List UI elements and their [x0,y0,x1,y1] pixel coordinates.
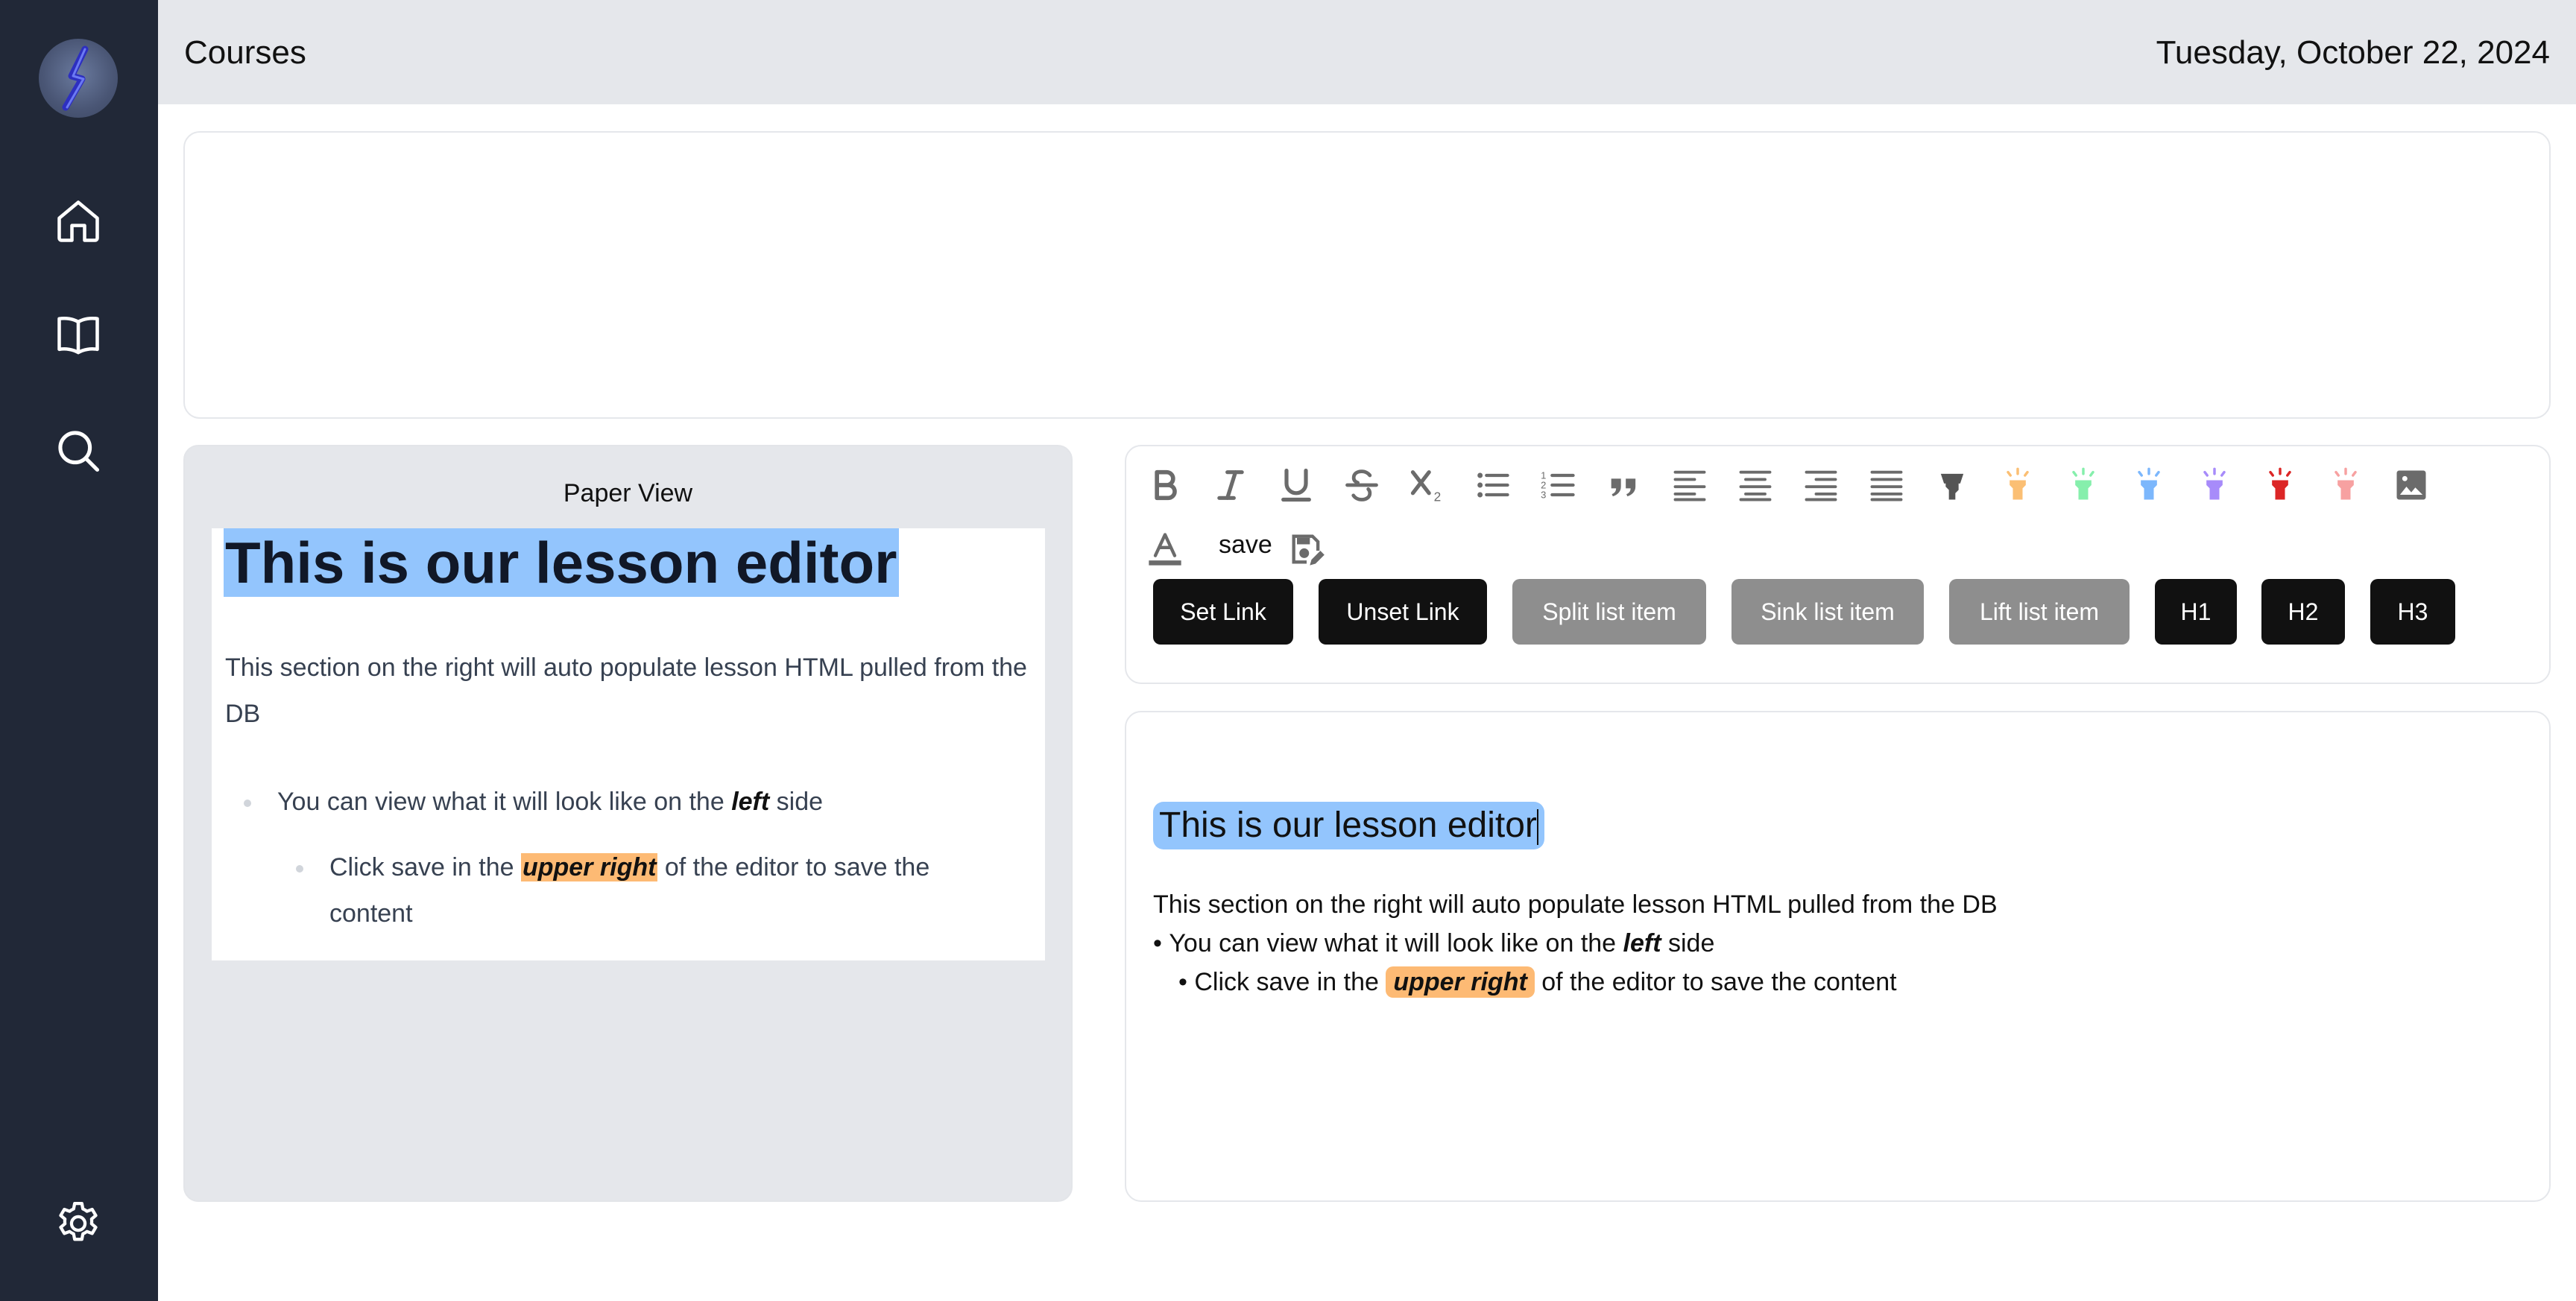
align-left-icon[interactable] [1666,461,1714,509]
preview-heading: This is our lesson editor [224,528,899,597]
h1-button[interactable]: H1 [2155,579,2237,645]
split-list-item-button[interactable]: Split list item [1512,579,1706,645]
emphasis-text: left [731,788,770,816]
top-bar: Courses Tuesday, October 22, 2024 [158,0,2576,104]
bullet-list-icon[interactable] [1469,461,1517,509]
bullet-dot: • [1153,929,1169,957]
highlighter-green-icon[interactable] [2059,461,2107,509]
h3-button[interactable]: H3 [2370,579,2455,645]
editor-paragraph[interactable]: This section on the right will auto popu… [1153,885,1998,924]
lift-list-item-button[interactable]: Lift list item [1949,579,2130,645]
preview-bullet-marker [244,800,251,807]
align-right-icon[interactable] [1797,461,1845,509]
save-button[interactable]: save [1219,531,1272,560]
sidebar [0,0,158,1301]
align-justify-icon[interactable] [1863,461,1910,509]
preview-paragraph: This section on the right will auto popu… [225,653,1027,728]
highlighter-purple-icon[interactable] [2191,461,2238,509]
italic-icon[interactable] [1207,461,1254,509]
highlighted-text: upper right [1386,966,1535,998]
svg-text:3: 3 [1541,489,1546,500]
paper-view-label: Paper View [563,479,693,507]
text-color-icon[interactable] [1141,525,1189,573]
app-logo[interactable] [39,39,118,118]
h2-button[interactable]: H2 [2261,579,2345,645]
preview-nested-list-item: Click save in the upper right of the edi… [329,853,930,928]
blockquote-icon[interactable] [1600,461,1648,509]
highlighter-black-icon[interactable] [1928,461,1976,509]
unset-link-button[interactable]: Unset Link [1319,579,1487,645]
preview-bullet-marker [296,865,303,873]
subscript-icon[interactable]: 2 [1404,461,1451,509]
editor-toolbar: 2 123 save Set Link Unset Link Split lis… [1125,445,2551,684]
ordered-list-icon[interactable]: 123 [1535,461,1582,509]
highlighter-pink-icon[interactable] [2322,461,2370,509]
highlighted-text: upper right [521,853,658,881]
highlighter-blue-icon[interactable] [2125,461,2173,509]
page-title: Courses [184,34,306,71]
save-edit-icon[interactable] [1283,525,1330,573]
book-icon[interactable] [49,306,107,364]
lesson-header-card [183,131,2551,419]
set-link-button[interactable]: Set Link [1153,579,1293,645]
highlighter-orange-icon[interactable] [1994,461,2042,509]
editor-nested-list-item[interactable]: • Click save in the upper right of the e… [1178,963,1897,1001]
align-center-icon[interactable] [1731,461,1779,509]
preview-list-item: You can view what it will look like on t… [277,788,824,816]
lesson-editor[interactable]: This is our lesson editor This section o… [1125,711,2551,1202]
bullet-dot: • [1178,968,1195,996]
highlighter-red-icon[interactable] [2256,461,2304,509]
gear-icon[interactable] [49,1194,107,1253]
underline-icon[interactable] [1272,461,1320,509]
editor-list-item[interactable]: • You can view what it will look like on… [1153,924,1714,963]
svg-text:2: 2 [1434,490,1442,504]
editor-heading[interactable]: This is our lesson editor [1153,802,1544,849]
sink-list-item-button[interactable]: Sink list item [1731,579,1924,645]
search-icon[interactable] [49,422,107,480]
strikethrough-icon[interactable] [1338,461,1386,509]
paper-view-panel: Paper View This is our lesson editor Thi… [183,445,1073,1202]
paper-preview: This is our lesson editor This section o… [212,528,1045,960]
emphasis-text: left [1623,929,1661,957]
current-date: Tuesday, October 22, 2024 [2156,34,2550,71]
bold-icon[interactable] [1141,461,1189,509]
home-icon[interactable] [49,192,107,250]
image-icon[interactable] [2387,461,2435,509]
text-cursor [1536,809,1538,846]
